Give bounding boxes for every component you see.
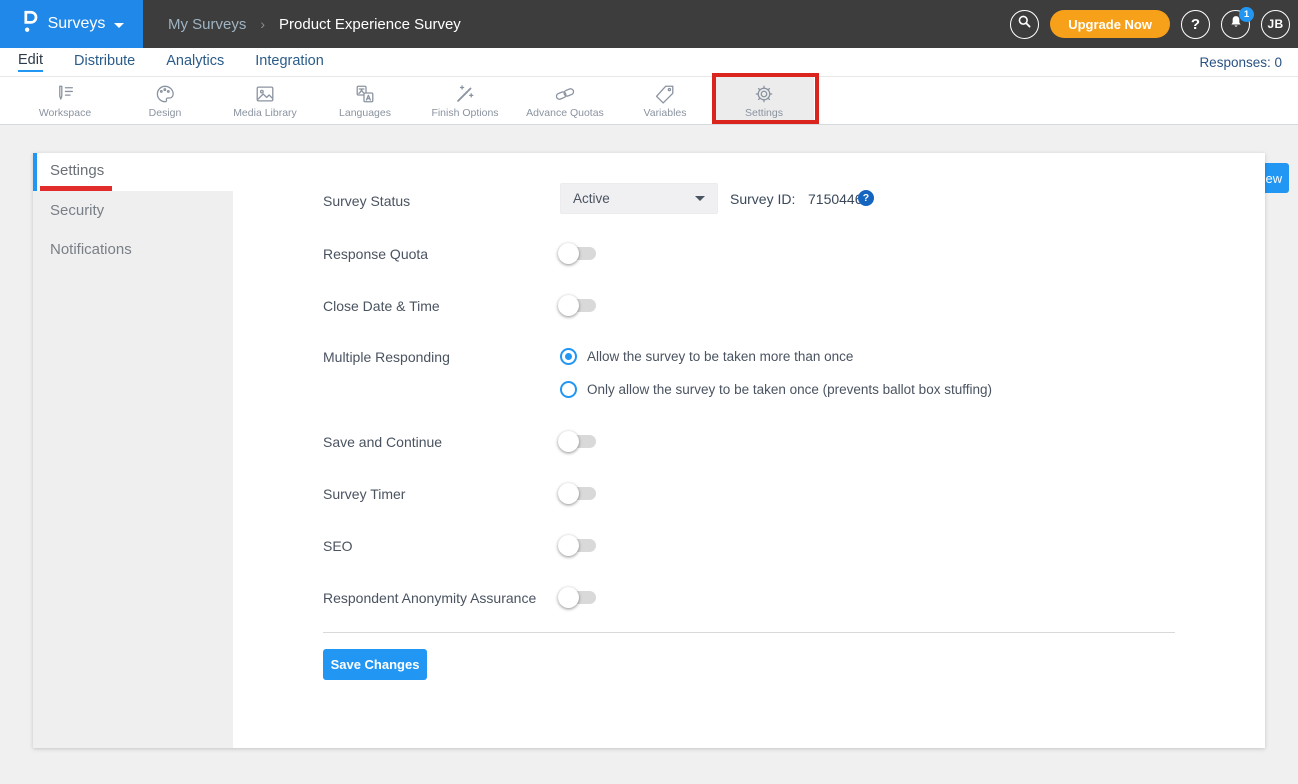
workspace-icon (54, 83, 76, 105)
help-button[interactable]: ? (1181, 10, 1210, 39)
breadcrumb-survey-title: Product Experience Survey (279, 16, 461, 33)
toolbar-item-advance-quotas[interactable]: Advance Quotas (515, 77, 615, 124)
seo-label: SEO (323, 536, 353, 556)
radio-unselected-icon[interactable] (560, 381, 577, 398)
save-changes-button[interactable]: Save Changes (323, 649, 427, 680)
survey-timer-label: Survey Timer (323, 484, 405, 504)
avatar-initials: JB (1268, 17, 1284, 31)
survey-id-help-icon[interactable]: ? (858, 190, 874, 206)
survey-status-select[interactable]: Active (560, 183, 718, 214)
sidebar-item-settings[interactable]: Settings (33, 153, 233, 191)
survey-id-label: Survey ID: (730, 191, 795, 207)
tab-edit[interactable]: Edit (18, 52, 43, 72)
sidebar-item-label: Security (50, 202, 104, 219)
toolbar-label: Finish Options (431, 107, 498, 119)
breadcrumb-my-surveys[interactable]: My Surveys (168, 16, 246, 33)
toolbar-item-languages[interactable]: Languages (315, 77, 415, 124)
chevron-down-icon (695, 196, 705, 201)
variables-tag-icon (654, 83, 676, 105)
close-date-time-label: Close Date & Time (323, 296, 440, 316)
toggle-knob (558, 587, 579, 608)
toggle-knob (558, 483, 579, 504)
toggle-knob (558, 295, 579, 316)
languages-icon (354, 83, 376, 105)
toolbar-label: Settings (745, 107, 783, 119)
close-date-time-toggle[interactable] (560, 295, 596, 316)
settings-gear-icon (753, 83, 775, 105)
finish-options-wand-icon (454, 83, 476, 105)
advance-quotas-link-icon (554, 83, 576, 105)
toggle-knob (558, 535, 579, 556)
design-palette-icon (154, 83, 176, 105)
radio-selected-icon[interactable] (560, 348, 577, 365)
media-library-icon (254, 83, 276, 105)
breadcrumb: My Surveys › Product Experience Survey (168, 0, 461, 48)
sidebar-item-security[interactable]: Security (33, 191, 233, 230)
multiple-responding-label: Multiple Responding (323, 347, 450, 367)
radio-option-label: Allow the survey to be taken more than o… (587, 349, 853, 364)
tab-integration[interactable]: Integration (255, 53, 324, 71)
sidebar-item-label: Settings (50, 153, 104, 189)
response-quota-label: Response Quota (323, 244, 428, 264)
seo-toggle[interactable] (560, 535, 596, 556)
chevron-down-icon (114, 23, 124, 28)
survey-id-value: 7150446 (808, 191, 863, 207)
top-header-bar: Surveys My Surveys › Product Experience … (0, 0, 1298, 48)
toolbar-item-finish-options[interactable]: Finish Options (415, 77, 515, 124)
survey-timer-toggle[interactable] (560, 483, 596, 504)
respondent-anonymity-toggle[interactable] (560, 587, 596, 608)
response-quota-toggle[interactable] (560, 243, 596, 264)
radio-option-allow-multiple[interactable]: Allow the survey to be taken more than o… (560, 347, 853, 365)
search-button[interactable] (1010, 10, 1039, 39)
toggle-knob (558, 431, 579, 452)
settings-card: Settings Security Notifications Survey S… (33, 153, 1265, 748)
sidebar-item-label: Notifications (50, 241, 132, 258)
settings-sidebar: Security Notifications (33, 191, 233, 748)
toolbar-label: Languages (339, 107, 391, 119)
save-and-continue-label: Save and Continue (323, 432, 442, 452)
avatar[interactable]: JB (1261, 10, 1290, 39)
respondent-anonymity-label: Respondent Anonymity Assurance (323, 588, 536, 608)
survey-status-label: Survey Status (323, 191, 410, 211)
tab-analytics[interactable]: Analytics (166, 53, 224, 71)
active-item-blue-bar (33, 153, 37, 191)
toggle-knob (558, 243, 579, 264)
toolbar-item-variables[interactable]: Variables (615, 77, 715, 124)
header-actions: Upgrade Now ? 1 JB (1010, 0, 1290, 48)
survey-tab-bar: Edit Distribute Analytics Integration Re… (0, 48, 1298, 77)
content-divider (323, 632, 1175, 633)
sidebar-item-notifications[interactable]: Notifications (33, 230, 233, 269)
notifications-button[interactable]: 1 (1221, 10, 1250, 39)
question-mark-icon: ? (1191, 16, 1200, 33)
radio-option-label: Only allow the survey to be taken once (… (587, 382, 992, 397)
tab-distribute[interactable]: Distribute (74, 53, 135, 71)
survey-status-value: Active (573, 191, 610, 206)
toolbar-label: Media Library (233, 107, 297, 119)
toolbar-item-design[interactable]: Design (115, 77, 215, 124)
toolbar-label: Advance Quotas (526, 107, 604, 119)
responses-count: Responses: 0 (1199, 48, 1282, 77)
product-switcher[interactable]: Surveys (0, 0, 143, 48)
toolbar-label: Variables (644, 107, 687, 119)
toolbar-label: Workspace (39, 107, 91, 119)
edit-toolbar: Workspace Design Media Library (0, 77, 1298, 125)
toolbar-item-settings[interactable]: Settings (714, 77, 814, 124)
questionpro-settings-screen: Surveys My Surveys › Product Experience … (0, 0, 1298, 784)
save-and-continue-toggle[interactable] (560, 431, 596, 452)
toolbar-label: Design (149, 107, 182, 119)
toolbar-item-workspace[interactable]: Workspace (15, 77, 115, 124)
questionpro-logo-icon (19, 9, 39, 39)
breadcrumb-separator-icon: › (260, 16, 265, 32)
product-label: Surveys (48, 15, 106, 33)
search-icon (1017, 14, 1032, 34)
toolbar-item-media-library[interactable]: Media Library (215, 77, 315, 124)
radio-option-only-once[interactable]: Only allow the survey to be taken once (… (560, 380, 992, 398)
upgrade-now-button[interactable]: Upgrade Now (1050, 10, 1170, 38)
notification-count-badge: 1 (1239, 7, 1254, 22)
